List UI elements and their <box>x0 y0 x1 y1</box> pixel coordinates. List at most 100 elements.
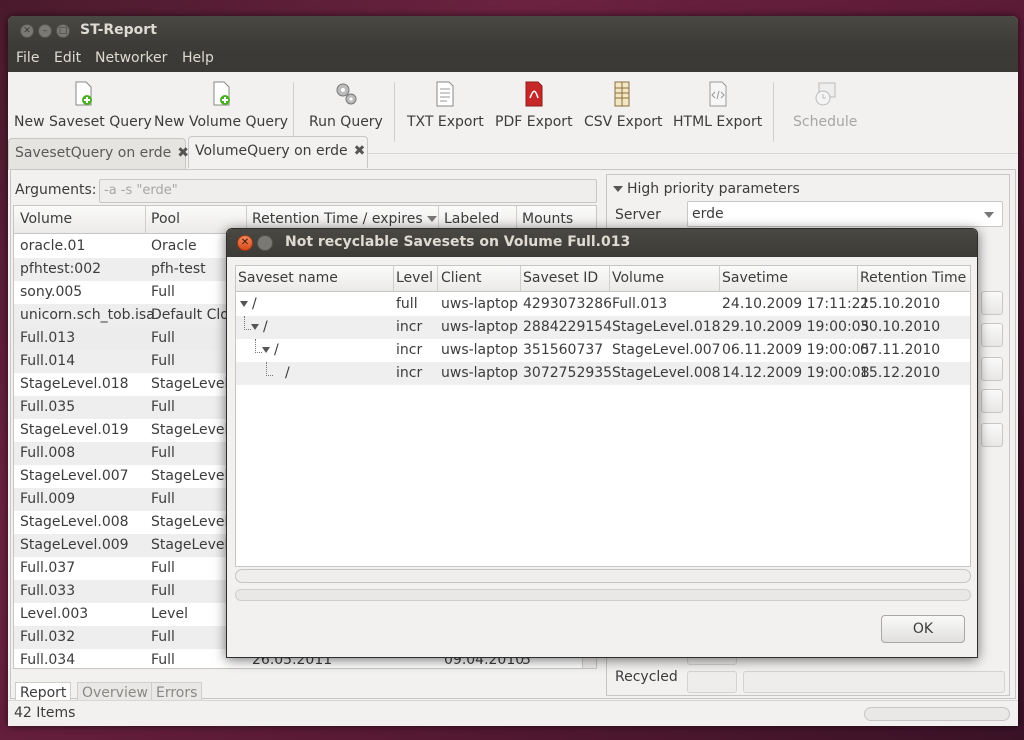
tree-expander-icon[interactable] <box>262 347 270 353</box>
txt-export-button[interactable]: TXT Export <box>407 80 484 130</box>
column-header-retention-label: Retention Time / expires <box>252 211 423 227</box>
tree-line <box>255 339 262 353</box>
saveset-table: Saveset name Level Client Saveset ID Volume S… <box>235 265 971 567</box>
server-combo[interactable]: erde <box>687 201 1003 227</box>
table-cell: Full <box>151 583 175 599</box>
table-cell: Full.013 <box>20 330 76 346</box>
minimize-window-icon[interactable]: – <box>38 24 52 38</box>
table-cell: Full.037 <box>20 560 76 576</box>
html-file-icon <box>709 81 727 107</box>
parameter-dropdown[interactable] <box>981 291 1003 315</box>
dialog-cell-client: uws-laptop <box>441 319 518 335</box>
column-header-pool[interactable]: Pool <box>151 211 180 227</box>
menu-file[interactable]: File <box>16 50 39 66</box>
tab-volume-query[interactable]: VolumeQuery on erde ✖ <box>188 136 368 168</box>
dialog-column-header[interactable]: Level <box>396 270 433 286</box>
table-cell: Full.033 <box>20 583 76 599</box>
table-cell: StageLevel <box>151 514 229 530</box>
column-header-retention[interactable]: Retention Time / expires <box>252 211 438 227</box>
status-text: 42 Items <box>14 705 76 721</box>
menu-edit[interactable]: Edit <box>54 50 81 66</box>
menu-networker[interactable]: Networker <box>95 50 167 66</box>
minimize-icon[interactable] <box>257 235 273 251</box>
csv-export-button[interactable]: CSV Export <box>584 80 663 130</box>
dialog-table-row[interactable]: / full uws-laptop 4293073286 Full.013 24.10.2… <box>236 293 970 316</box>
dialog-cell-id: 2884229154 <box>523 319 613 335</box>
dialog-progress <box>235 589 971 601</box>
tree-expander-icon[interactable] <box>240 301 248 307</box>
new-saveset-query-button[interactable]: New Saveset Query <box>14 80 152 130</box>
menu-help[interactable]: Help <box>182 50 214 66</box>
column-header-labeled[interactable]: Labeled <box>444 211 499 227</box>
dialog-column-header[interactable]: Saveset ID <box>523 270 598 286</box>
recycled-dropdown[interactable] <box>687 671 737 693</box>
window-title: ST-Report <box>80 22 157 38</box>
table-cell: Full <box>151 652 175 668</box>
run-query-button[interactable]: Run Query <box>309 80 383 130</box>
recycled-field[interactable] <box>743 671 1005 693</box>
spreadsheet-file-icon <box>614 81 630 107</box>
close-window-icon[interactable]: ✕ <box>20 24 34 38</box>
tree-expander-icon[interactable] <box>251 324 259 330</box>
tab-saveset-query-label: SavesetQuery on erde <box>15 145 172 161</box>
server-value: erde <box>692 206 724 222</box>
dialog-cell-id: 3072752935 <box>523 365 613 381</box>
dialog-cell-retention: 15.12.2010 <box>860 365 941 381</box>
dialog-cell-volume: StageLevel.018 <box>612 319 721 335</box>
table-cell: Full <box>151 629 175 645</box>
pdf-export-button[interactable]: PDF Export <box>495 80 573 130</box>
parameter-dropdown[interactable] <box>981 423 1003 447</box>
dialog-table-row[interactable]: / incr uws-laptop 2884229154 StageLevel.018 2… <box>236 316 970 339</box>
tab-saveset-query[interactable]: SavesetQuery on erde ✖ <box>8 138 189 170</box>
menu-bar: File Edit Networker Help <box>8 46 1018 72</box>
saveset-table-header: Saveset name Level Client Saveset ID Volume S… <box>236 266 970 292</box>
new-volume-query-label: New Volume Query <box>154 114 289 130</box>
horizontal-scrollbar[interactable] <box>235 569 971 583</box>
dialog-table-row[interactable]: / incr uws-laptop 351560737 StageLevel.007 06… <box>236 339 970 362</box>
column-header-volume[interactable]: Volume <box>20 211 72 227</box>
dialog-cell-id: 351560737 <box>523 342 604 358</box>
dialog-cell-retention: 30.10.2010 <box>860 319 941 335</box>
new-volume-query-button[interactable]: New Volume Query <box>154 80 288 130</box>
pdf-file-icon <box>525 81 543 107</box>
high-priority-section[interactable]: High priority parameters <box>613 181 800 197</box>
parameter-dropdown[interactable] <box>981 323 1003 347</box>
dialog-column-header[interactable]: Retention Time <box>860 270 966 286</box>
maximize-window-icon[interactable]: □ <box>56 24 70 38</box>
dialog-table-row[interactable]: / incr uws-laptop 3072752935 StageLevel.008 1… <box>236 362 970 385</box>
toolbar-separator <box>773 82 774 142</box>
dialog-cell-name: / <box>285 365 290 381</box>
dialog-cell-retention: 25.10.2010 <box>860 296 941 312</box>
html-export-button[interactable]: HTML Export <box>673 80 762 130</box>
pdf-export-label: PDF Export <box>495 114 573 130</box>
dialog-column-header[interactable]: Client <box>441 270 482 286</box>
run-query-label: Run Query <box>309 114 383 130</box>
close-tab-icon[interactable]: ✖ <box>354 143 366 159</box>
column-header-mounts[interactable]: Mounts <box>522 211 573 227</box>
dialog-cell-client: uws-laptop <box>441 365 518 381</box>
ok-button[interactable]: OK <box>881 615 965 643</box>
table-cell: StageLevel.007 <box>20 468 129 484</box>
table-cell: Full <box>151 399 175 415</box>
parameter-dropdown[interactable] <box>981 389 1003 413</box>
dialog-cell-savetime: 24.10.2009 17:11:21 <box>722 296 870 312</box>
close-icon[interactable]: ✕ <box>237 235 253 251</box>
dialog-title: Not recyclable Savesets on Volume Full.0… <box>285 234 631 250</box>
dialog-cell-name: / <box>274 342 279 358</box>
table-cell: unicorn.sch_tob.isa <box>20 307 155 323</box>
dialog-cell-savetime: 14.12.2009 19:00:08 <box>722 365 870 381</box>
table-cell: Full.014 <box>20 353 76 369</box>
dialog-column-header[interactable]: Savetime <box>722 270 788 286</box>
arguments-field[interactable]: -a -s "erde" <box>99 179 597 203</box>
parameter-dropdown[interactable] <box>981 357 1003 381</box>
dialog-cell-level: incr <box>396 342 423 358</box>
dialog-cell-name: / <box>252 296 257 312</box>
table-cell: Full <box>151 330 175 346</box>
dialog-column-header[interactable]: Volume <box>612 270 664 286</box>
dialog-cell-savetime: 06.11.2009 19:00:05 <box>722 342 870 358</box>
column-divider <box>145 206 146 234</box>
dialog-column-header[interactable]: Saveset name <box>238 270 338 286</box>
dialog-cell-retention: 07.11.2010 <box>860 342 941 358</box>
schedule-button[interactable]: Schedule <box>793 80 857 130</box>
table-cell: Full.035 <box>20 399 76 415</box>
